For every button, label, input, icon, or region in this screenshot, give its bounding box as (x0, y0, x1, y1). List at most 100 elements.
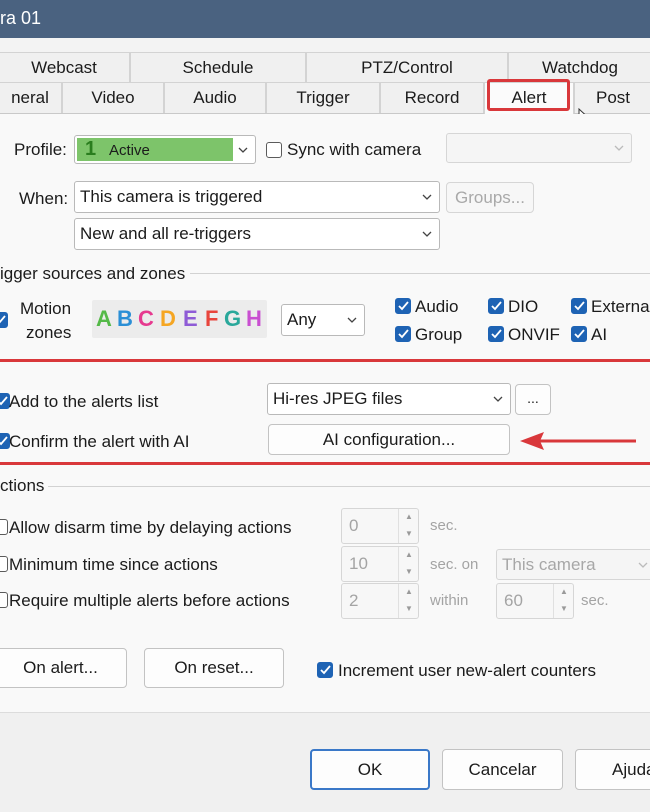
zone-h: H (246, 306, 262, 331)
window-title: ra 01 (0, 8, 42, 28)
min-time-target-value: This camera (502, 554, 596, 574)
external-checkbox[interactable] (571, 298, 587, 314)
help-button[interactable]: Ajuda (575, 749, 650, 790)
tab-watchdog[interactable]: Watchdog (508, 52, 650, 82)
spin-up-icon[interactable]: ▲ (554, 584, 574, 601)
tab-video[interactable]: Video (62, 82, 164, 113)
onvif-label: ONVIF (508, 325, 560, 344)
groups-button[interactable]: Groups... (446, 182, 534, 213)
alert-format-value: Hi-res JPEG files (273, 389, 403, 408)
multi-alerts-value: 2 (349, 591, 359, 610)
tab-general[interactable]: neral (0, 82, 62, 113)
tab-webcast[interactable]: Webcast (0, 52, 130, 82)
disarm-spinner[interactable]: 0 ▲ ▼ (341, 508, 419, 544)
min-time-label: Minimum time since actions (9, 555, 218, 574)
zone-mode-select[interactable]: Any (281, 304, 365, 336)
when-label: When: (19, 189, 69, 208)
chevron-down-icon (238, 147, 248, 153)
zone-a: A (96, 306, 112, 331)
group-label: Group (415, 325, 463, 344)
zone-g: G (224, 306, 242, 331)
sync-camera-checkbox[interactable] (266, 142, 282, 158)
min-time-checkbox[interactable] (0, 556, 8, 572)
motion-label: Motion (20, 299, 72, 318)
chevron-down-icon (614, 145, 624, 151)
when-value: This camera is triggered (80, 187, 263, 206)
spin-up-icon[interactable]: ▲ (399, 584, 419, 601)
ai-configuration-button[interactable]: AI configuration... (268, 424, 510, 455)
profile-value: Active (109, 142, 150, 159)
spin-down-icon[interactable]: ▼ (399, 601, 419, 618)
multi-within-label: within (430, 592, 469, 609)
zone-f: F (205, 306, 219, 331)
trigger-sources-heading: igger sources and zones (0, 264, 186, 283)
on-alert-button[interactable]: On alert... (0, 648, 127, 688)
tab-ptz-control[interactable]: PTZ/Control (306, 52, 508, 82)
zone-c: C (138, 306, 154, 331)
zone-mode-value: Any (287, 310, 317, 329)
chevron-down-icon (347, 317, 357, 323)
disarm-label: Allow disarm time by delaying actions (9, 518, 292, 537)
disarm-value: 0 (349, 516, 359, 535)
profile-color-bar (77, 138, 233, 161)
disarm-checkbox[interactable] (0, 519, 8, 535)
zone-b: B (117, 306, 133, 331)
chevron-down-icon (422, 231, 432, 237)
chevron-down-icon (422, 194, 432, 200)
retrigger-select[interactable]: New and all re-triggers (74, 218, 440, 250)
cancel-button[interactable]: Cancelar (442, 749, 563, 790)
tab-record[interactable]: Record (380, 82, 484, 113)
tab-audio[interactable]: Audio (164, 82, 266, 113)
add-to-alerts-label: Add to the alerts list (9, 392, 159, 411)
ai-checkbox[interactable] (571, 326, 587, 342)
zone-letters[interactable]: A B C D E F G H (92, 300, 267, 338)
multi-seconds-value: 60 (504, 591, 523, 610)
onvif-checkbox[interactable] (488, 326, 504, 342)
zone-d: D (160, 306, 176, 331)
multi-alerts-spinner[interactable]: 2 ▲ ▼ (341, 583, 419, 619)
min-time-spinner[interactable]: 10 ▲ ▼ (341, 546, 419, 582)
min-time-target-select[interactable]: This camera (496, 549, 650, 580)
tab-trigger[interactable]: Trigger (266, 82, 380, 113)
chevron-down-icon (638, 562, 648, 568)
when-select[interactable]: This camera is triggered (74, 181, 440, 213)
min-time-unit: sec. on (430, 556, 479, 573)
alert-format-more-button[interactable]: ... (515, 384, 551, 415)
spin-down-icon[interactable]: ▼ (399, 564, 419, 581)
audio-checkbox[interactable] (395, 298, 411, 314)
title-bar: ra 01 (0, 0, 650, 38)
group-checkbox[interactable] (395, 326, 411, 342)
annotation-arrow-icon (520, 432, 636, 450)
multi-seconds-unit: sec. (581, 592, 609, 609)
actions-divider (48, 486, 650, 487)
spin-up-icon[interactable]: ▲ (399, 547, 419, 564)
multi-alerts-label: Require multiple alerts before actions (9, 591, 290, 610)
ai-label: AI (591, 325, 608, 344)
spin-down-icon[interactable]: ▼ (399, 526, 419, 543)
external-label: External (591, 297, 650, 316)
profile-select[interactable]: 1 Active (74, 135, 256, 164)
profile-number: 1 (85, 138, 97, 160)
profile-label: Profile: (14, 140, 67, 159)
chevron-down-icon (493, 396, 503, 402)
sync-camera-select[interactable] (446, 133, 632, 163)
actions-heading: ctions (0, 476, 45, 495)
spin-down-icon[interactable]: ▼ (554, 601, 574, 618)
ok-button[interactable]: OK (310, 749, 430, 790)
min-time-value: 10 (349, 554, 368, 573)
annotation-line-top (0, 359, 650, 362)
alert-format-select[interactable]: Hi-res JPEG files (267, 383, 511, 415)
motion-zones-checkbox[interactable] (0, 312, 8, 328)
tab-schedule[interactable]: Schedule (130, 52, 306, 82)
confirm-ai-label: Confirm the alert with AI (9, 432, 190, 451)
spin-up-icon[interactable]: ▲ (399, 509, 419, 526)
zones-label: zones (26, 323, 72, 342)
multi-alerts-checkbox[interactable] (0, 592, 8, 608)
tab-row-1: Webcast Schedule PTZ/Control Watchdog (0, 52, 650, 82)
on-reset-button[interactable]: On reset... (144, 648, 284, 688)
alert-tab-highlight (487, 79, 570, 111)
increment-counters-checkbox[interactable] (317, 662, 333, 678)
dio-checkbox[interactable] (488, 298, 504, 314)
multi-seconds-spinner[interactable]: 60 ▲ ▼ (496, 583, 574, 619)
sync-camera-label: Sync with camera (287, 140, 422, 159)
